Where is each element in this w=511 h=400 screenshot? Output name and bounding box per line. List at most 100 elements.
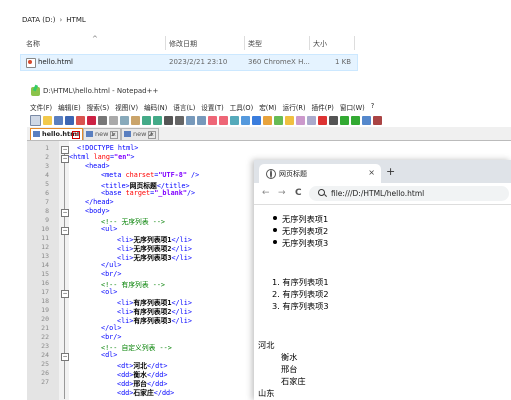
- file-row[interactable]: hello.html 2023/2/21 23:10 360 ChromeX H…: [20, 54, 358, 71]
- menu-language[interactable]: 语言(L): [170, 100, 198, 113]
- indent-guide-icon[interactable]: [252, 115, 261, 125]
- toolbar: [27, 114, 511, 126]
- menu-edit[interactable]: 编辑(E): [55, 100, 84, 113]
- dl-desc: 石家庄: [281, 376, 306, 386]
- open-file-icon[interactable]: [43, 115, 52, 125]
- new-file-icon[interactable]: [30, 114, 41, 126]
- dl-desc: 邢台: [281, 364, 298, 374]
- column-name[interactable]: 名称: [26, 39, 40, 49]
- file-modified: 2023/2/21 23:10: [169, 58, 228, 66]
- close-file-icon[interactable]: [76, 115, 85, 125]
- copy-icon[interactable]: [120, 115, 129, 125]
- column-type[interactable]: 类型: [248, 39, 262, 49]
- fold-marker-ul[interactable]: −: [61, 227, 69, 235]
- line-number: 14: [41, 261, 49, 269]
- line-number: 21: [41, 324, 49, 332]
- browser-tab[interactable]: 网页标题 ×: [259, 164, 381, 183]
- save-macro-icon[interactable]: [362, 115, 371, 125]
- menu-encoding[interactable]: 编码(N): [141, 100, 170, 113]
- stop-macro-icon[interactable]: [329, 115, 338, 125]
- close-icon[interactable]: ×: [368, 168, 375, 177]
- breadcrumb-drive[interactable]: DATA (D:): [22, 16, 55, 24]
- redo-icon[interactable]: [153, 115, 162, 125]
- browser-window: 网页标题 × + ← → C file:///D:/HTML/hello.htm…: [254, 160, 511, 400]
- close-icon[interactable]: ×: [148, 131, 156, 139]
- breadcrumb-folder[interactable]: HTML: [66, 16, 85, 24]
- tab-bar: hello.html × new 1 × new 2 ×: [27, 127, 511, 141]
- save-all-icon[interactable]: [65, 115, 74, 125]
- fold-marker-head[interactable]: −: [61, 155, 69, 163]
- ul-item: 无序列表项1: [272, 214, 329, 224]
- play-macro-icon[interactable]: [340, 115, 349, 125]
- fold-marker-body[interactable]: −: [61, 209, 69, 217]
- menu-help[interactable]: ?: [368, 100, 378, 113]
- fold-marker-ol[interactable]: −: [61, 290, 69, 298]
- column-header: 名称 ^ 修改日期 类型 大小: [20, 35, 490, 50]
- menu-tools[interactable]: 工具(O): [227, 100, 257, 113]
- address-bar-row: ← → C file:///D:/HTML/hello.html: [254, 183, 511, 205]
- new-tab-button[interactable]: +: [386, 165, 395, 178]
- code-editor[interactable]: <!DOCTYPE html> <html lang="en"> <head> …: [69, 141, 269, 400]
- line-number: 11: [41, 234, 49, 242]
- menu-settings[interactable]: 设置(T): [198, 100, 226, 113]
- line-number: 23: [41, 342, 49, 350]
- fold-marker-dl[interactable]: −: [61, 353, 69, 361]
- function-list-icon[interactable]: [285, 115, 294, 125]
- wrap-icon[interactable]: [230, 115, 239, 125]
- run-macro-icon[interactable]: [351, 115, 360, 125]
- sync-h-icon[interactable]: [219, 115, 228, 125]
- menu-macro[interactable]: 宏(M): [256, 100, 279, 113]
- column-modified[interactable]: 修改日期: [169, 39, 197, 49]
- line-number: 9: [45, 216, 49, 224]
- browser-tab-title: 网页标题: [279, 170, 307, 178]
- zoom-in-icon[interactable]: [186, 115, 195, 125]
- line-number: 8: [45, 207, 49, 215]
- spell-check-icon[interactable]: [373, 115, 382, 125]
- menu-view[interactable]: 视图(V): [112, 100, 141, 113]
- reload-button[interactable]: C: [295, 188, 302, 198]
- zoom-out-icon[interactable]: [197, 115, 206, 125]
- url-text: file:///D:/HTML/hello.html: [331, 189, 425, 198]
- close-all-icon[interactable]: [87, 115, 96, 125]
- udl-icon[interactable]: [263, 115, 272, 125]
- line-number: 27: [41, 378, 49, 386]
- paste-icon[interactable]: [131, 115, 140, 125]
- menu-run[interactable]: 运行(R): [280, 100, 309, 113]
- undo-icon[interactable]: [142, 115, 151, 125]
- cut-icon[interactable]: [109, 115, 118, 125]
- html-file-icon: [26, 58, 36, 68]
- monitor-icon[interactable]: [307, 115, 316, 125]
- menu-window[interactable]: 窗口(W): [337, 100, 368, 113]
- menu-file[interactable]: 文件(F): [27, 100, 55, 113]
- file-size: 1 KB: [335, 58, 352, 66]
- line-number: 10: [41, 225, 49, 233]
- save-icon[interactable]: [54, 115, 63, 125]
- url-bar[interactable]: file:///D:/HTML/hello.html: [309, 186, 509, 201]
- fold-marker-html[interactable]: −: [61, 146, 69, 154]
- dl-desc: 衡水: [281, 352, 298, 362]
- find-icon[interactable]: [164, 115, 173, 125]
- notepad-logo-icon: [31, 87, 40, 96]
- ol-item: 1. 有序列表项1: [272, 277, 329, 287]
- menu-plugins[interactable]: 插件(P): [309, 100, 337, 113]
- close-icon[interactable]: ×: [110, 131, 118, 139]
- record-macro-icon[interactable]: [318, 115, 327, 125]
- back-button[interactable]: ←: [262, 188, 270, 198]
- column-size[interactable]: 大小: [313, 39, 327, 49]
- doc-map-icon[interactable]: [274, 115, 283, 125]
- line-number: 6: [45, 189, 49, 197]
- folder-workspace-icon[interactable]: [296, 115, 305, 125]
- file-name: hello.html: [38, 58, 73, 66]
- all-chars-icon[interactable]: [241, 115, 250, 125]
- forward-button[interactable]: →: [278, 188, 286, 198]
- close-icon[interactable]: ×: [72, 131, 80, 139]
- menu-search[interactable]: 搜索(S): [84, 100, 113, 113]
- line-number: 1: [45, 144, 49, 152]
- tab-new-1[interactable]: new 1 ×: [83, 128, 121, 140]
- sync-v-icon[interactable]: [208, 115, 217, 125]
- replace-icon[interactable]: [175, 115, 184, 125]
- fold-margin: − − − − − −: [59, 141, 69, 400]
- print-icon[interactable]: [98, 115, 107, 125]
- tab-hello-html[interactable]: hello.html ×: [30, 128, 83, 140]
- tab-new-2[interactable]: new 2 ×: [121, 128, 159, 140]
